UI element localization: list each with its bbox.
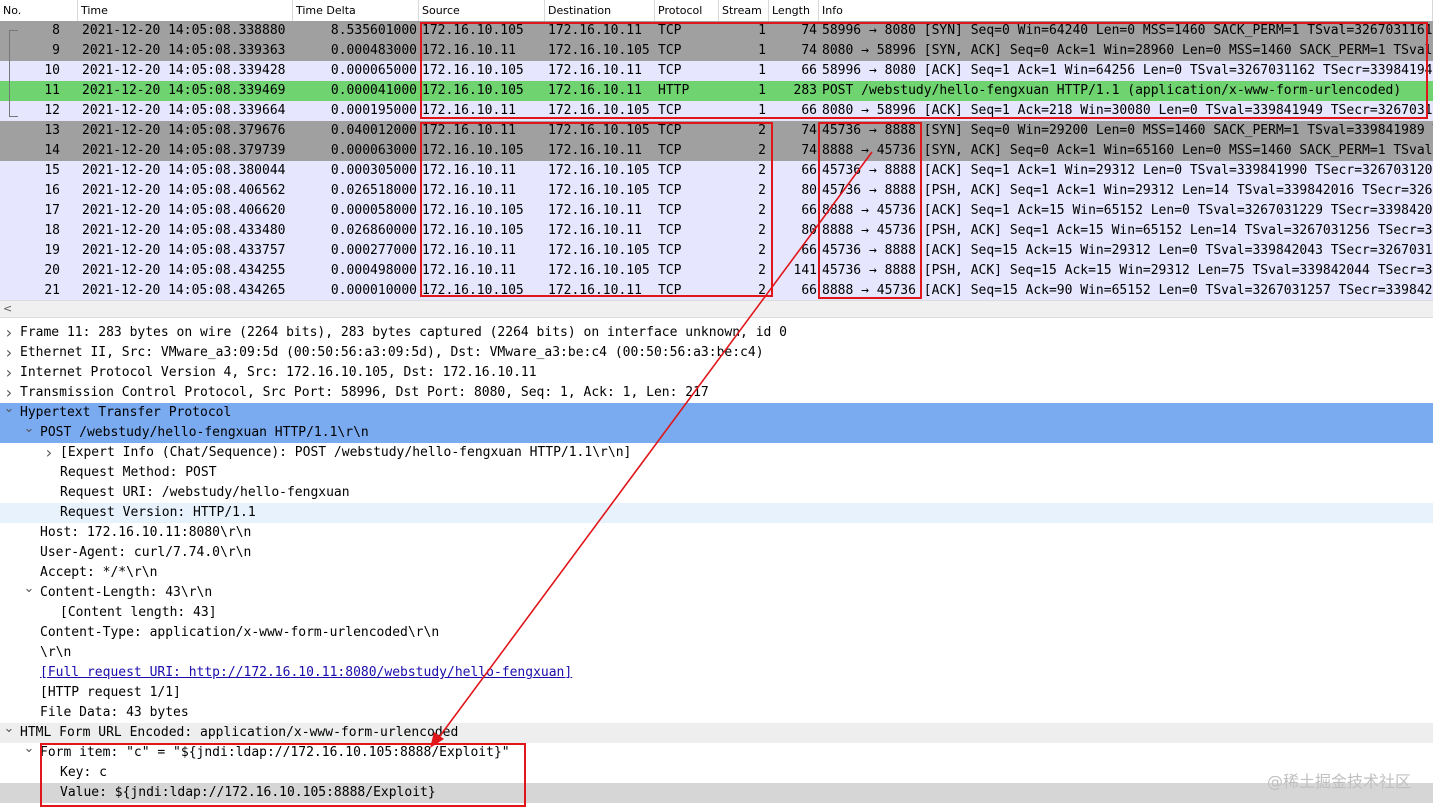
annotation-arrow (430, 151, 873, 748)
watermark: @稀土掘金技术社区 (1266, 772, 1411, 791)
annotation-arrow-line (436, 151, 873, 741)
